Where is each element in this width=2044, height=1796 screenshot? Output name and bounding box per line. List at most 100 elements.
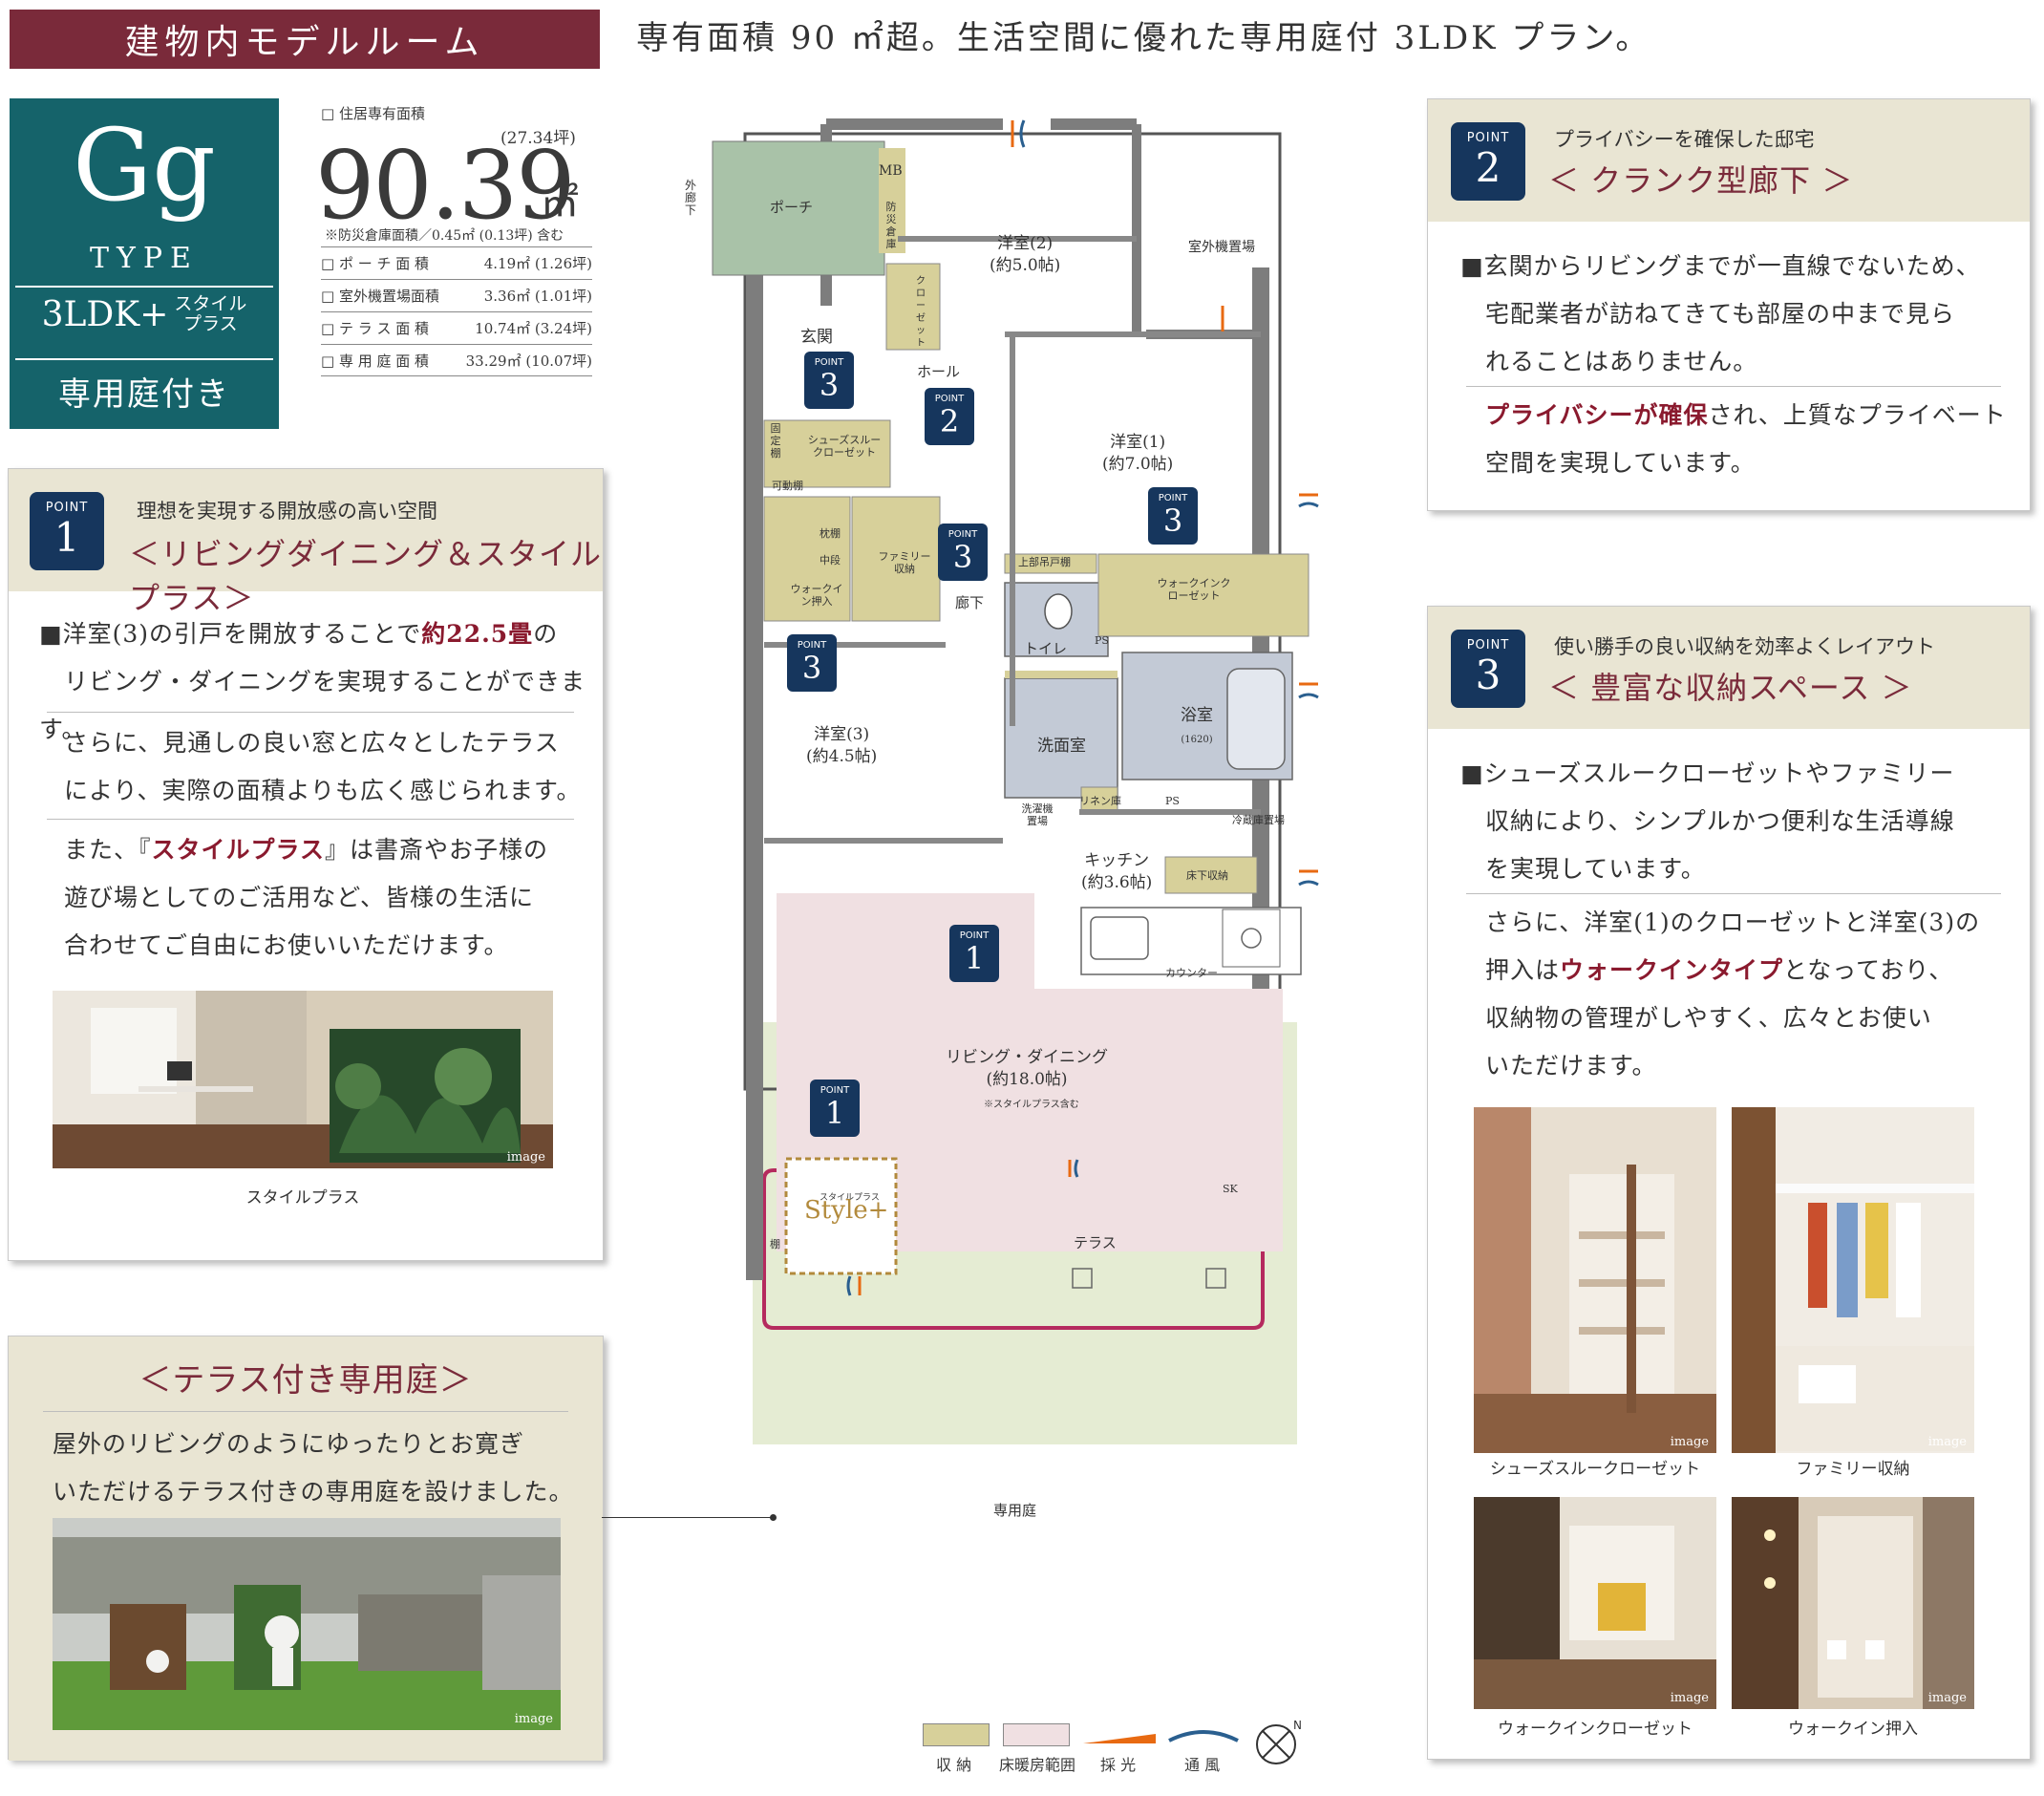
- layout-text: 3LDK+: [41, 294, 169, 334]
- divider: [43, 1411, 568, 1412]
- legend-storage-swatch: [923, 1723, 990, 1746]
- floor-plan: 外廊下 ポーチ MB 防災倉庫 クローゼット 洋室(2) (約5.0帖) 室外機置…: [685, 115, 1347, 1557]
- image-tag: image: [1927, 1435, 1967, 1449]
- ps-label: PS: [1165, 795, 1180, 807]
- fridge-label: 冷蔵庫置場: [1232, 814, 1285, 826]
- point-badge: POINT 3: [1451, 630, 1525, 708]
- card-paragraph: さらに、洋室(1)のクローゼットと洋室(3)の 押入はウォークインタイプとなってお…: [1485, 909, 1981, 1080]
- area-row: □ テ ラ ス 面 積 10.74㎡ (3.24坪): [321, 311, 592, 344]
- toilet-label: トイレ: [1024, 640, 1068, 657]
- bath-label: 浴室 (1620): [1181, 706, 1213, 745]
- point2-card: POINT 2 プライバシーを確保した邸宅 ＜ クランク型廊下 ＞ ■玄関からリビ…: [1427, 98, 2031, 511]
- legend-floor-heat-label: 床暖房範囲: [999, 1756, 1076, 1774]
- pillow-shelf-label: 枕棚: [820, 527, 841, 540]
- image-tag: image: [514, 1712, 553, 1726]
- ld-note: ※スタイルプラス含む: [984, 1100, 1079, 1110]
- family-storage-label: ファミリー収納: [878, 550, 931, 575]
- floor-plan-drawing: [712, 118, 1319, 1444]
- corridor-label: 廊下: [955, 594, 985, 611]
- divider: [47, 712, 574, 713]
- garden-card: ＜テラス付き専用庭＞ 屋外のリビングのようにゆったりとお寛ぎ いただけるテラス付き…: [8, 1336, 604, 1761]
- section-tag: 建物内モデルルーム: [10, 10, 600, 69]
- style-plus-photo: image: [53, 991, 553, 1168]
- plan-point-badge: POINT 1: [949, 925, 999, 982]
- point3-card: POINT 3 使い勝手の良い収納を効率よくレイアウト ＜ 豊富な収納スペース ＞…: [1427, 606, 2031, 1760]
- point1-card: POINT 1 理想を実現する開放感の高い空間 ＜リビングダイニング＆スタイルプラ…: [8, 468, 604, 1261]
- garden-photo: image: [53, 1518, 561, 1730]
- card-subtitle: 使い勝手の良い収納を効率よくレイアウト: [1554, 635, 1935, 658]
- garden-label: 専用庭: [993, 1502, 1037, 1519]
- page-title: 専有面積 90 ㎡超。生活空間に優れた専用庭付 3LDK プラン。: [636, 19, 1651, 57]
- porch-label: ポーチ: [770, 199, 814, 216]
- disaster-storage-label: 防災倉庫: [885, 201, 897, 250]
- plan-point-badge: POINT 3: [804, 352, 854, 409]
- upper-cabinet-label: 上部吊戸棚: [1018, 556, 1071, 568]
- card-title: ＜ クランク型廊下 ＞: [1548, 162, 1854, 199]
- ac-area-label: 室外機置場: [1188, 240, 1255, 255]
- card-title: ＜リビングダイニング＆スタイルプラス＞: [129, 536, 603, 616]
- fixed-shelf-label: 固定棚: [770, 422, 781, 460]
- type-word: TYPE: [90, 242, 199, 275]
- card-paragraph: ■玄関からリビングまでが一直線でないため、 宅配業者が訪ねてきても部屋の中まで見ら…: [1460, 252, 1981, 375]
- card-subtitle: 理想を実現する開放感の高い空間: [137, 500, 437, 523]
- area-note: ※防災倉庫面積／0.45㎡ (0.13坪) 含む: [325, 228, 564, 244]
- card-paragraph: また、『スタイルプラス』は書斎やお子様の 遊び場としてのご活用など、皆様の生活に合…: [64, 836, 549, 959]
- card-subtitle: プライバシーを確保した邸宅: [1554, 128, 1815, 151]
- movable-shelf-label: 可動棚: [772, 480, 803, 492]
- type-code: Gg: [73, 107, 216, 224]
- washer-label: 洗濯機置場: [1021, 802, 1054, 827]
- floor-storage-label: 床下収納: [1186, 869, 1228, 882]
- area-row: □ ポ ー チ 面 積 4.19㎡ (1.26坪): [321, 246, 592, 279]
- room1-label: 洋室(1) (約7.0帖): [1102, 433, 1174, 474]
- point-badge: POINT 2: [1451, 122, 1525, 201]
- card-paragraph: さらに、見通しの良い窓と広々としたテラス により、実際の面積よりも広く感じられます…: [64, 729, 582, 804]
- shoes-closet-label: シューズスルークローゼット: [807, 434, 882, 459]
- plan-point-badge: POINT 3: [938, 524, 988, 581]
- legend-light-label: 採 光: [1100, 1756, 1137, 1774]
- area-row: □ 専 用 庭 面 積 33.29㎡ (10.07坪): [321, 344, 592, 376]
- north-compass-icon: N: [1253, 1716, 1305, 1767]
- divider: [15, 358, 273, 360]
- plan-point-badge: POINT 2: [925, 388, 974, 445]
- card-paragraph: ■シューズスルークローゼットやファミリー 収納により、シンプルかつ便利な生活導線を…: [1460, 759, 1955, 883]
- type-badge: Gg TYPE 3LDK+ スタイル プラス 専用庭付き: [10, 98, 279, 429]
- kitchen-label: キッチン (約3.6帖): [1081, 851, 1153, 892]
- photo-caption: スタイルプラス: [245, 1188, 360, 1208]
- photo-caption: ウォークインクローゼット: [1498, 1720, 1693, 1739]
- photo-caption: シューズスルークローゼット: [1489, 1460, 1701, 1479]
- card-title: ＜テラス付き専用庭＞: [138, 1361, 473, 1400]
- legend-wind-label: 通 風: [1184, 1756, 1221, 1774]
- image-tag: image: [1927, 1691, 1967, 1705]
- plan-point-badge: POINT 1: [810, 1080, 860, 1137]
- card-paragraph: プライバシーが確保され、上質なプライベート 空間を実現しています。: [1485, 401, 2007, 477]
- image-tag: image: [1670, 1691, 1709, 1705]
- washroom-label: 洗面室: [1037, 737, 1086, 756]
- layout-label: 3LDK+ スタイル プラス: [10, 294, 279, 334]
- room2-label: 洋室(2) (約5.0帖): [990, 234, 1061, 275]
- mb-label: MB: [879, 163, 903, 179]
- area-row: □ 室外機置場面積 3.36㎡ (1.01坪): [321, 279, 592, 311]
- garden-label: 専用庭付き: [58, 375, 230, 414]
- room3-label: 洋室(3) (約4.5帖): [806, 725, 878, 766]
- ps-label: PS: [1095, 634, 1109, 647]
- divider: [1466, 893, 2001, 894]
- svg-text:N: N: [1293, 1719, 1302, 1732]
- entrance-label: 玄関: [800, 328, 833, 347]
- area-unit: ㎡: [541, 182, 579, 225]
- image-tag: image: [506, 1150, 545, 1165]
- terrace-label: テラス: [1074, 1234, 1117, 1251]
- photo-caption: ファミリー収納: [1796, 1460, 1910, 1479]
- walkin-closet-label: ウォークインクローゼット: [1157, 577, 1231, 602]
- middle-shelf-label: 中段: [820, 554, 841, 567]
- point-badge: POINT 1: [30, 492, 104, 570]
- family-storage-photo: image: [1732, 1107, 1974, 1453]
- card-paragraph: 屋外のリビングのようにゆったりとお寛ぎ いただけるテラス付きの専用庭を設けました。: [53, 1430, 574, 1506]
- style-plus-logo: Style+: [804, 1196, 889, 1225]
- plan-point-badge: POINT 3: [1148, 487, 1198, 545]
- legend-storage-label: 収 納: [936, 1756, 972, 1774]
- divider: [15, 286, 273, 288]
- divider: [1466, 386, 2001, 387]
- ld-label: リビング・ダイニング (約18.0帖): [946, 1048, 1108, 1089]
- legend-wind-icon: [1167, 1723, 1240, 1746]
- walkin-closet-photo: image: [1474, 1497, 1716, 1709]
